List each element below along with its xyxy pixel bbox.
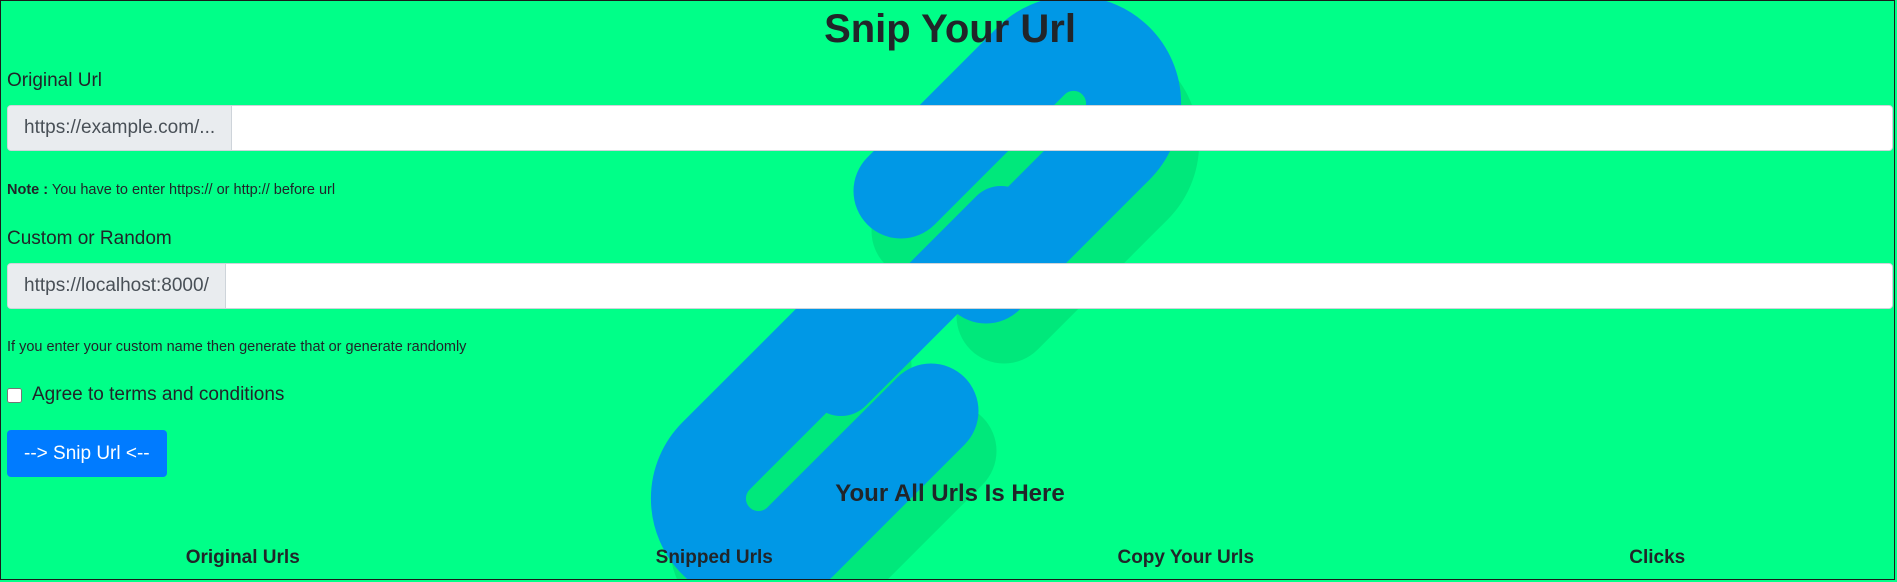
custom-url-input[interactable] bbox=[225, 264, 1892, 308]
original-url-input[interactable] bbox=[232, 106, 1892, 150]
note-label: Note : bbox=[7, 182, 49, 198]
custom-url-label: Custom or Random bbox=[7, 228, 172, 249]
column-header-copy-urls: Copy Your Urls bbox=[1117, 547, 1255, 568]
original-url-input-group: https://example.com/... bbox=[7, 105, 1893, 151]
original-url-prefix: https://example.com/... bbox=[8, 106, 233, 150]
urls-table-header: Original Urls Snipped Urls Copy Your Url… bbox=[7, 547, 1893, 569]
page-frame: Snip Your Url Original Url https://examp… bbox=[0, 0, 1895, 580]
column-header-clicks: Clicks bbox=[1629, 547, 1686, 568]
snip-url-button[interactable]: --> Snip Url <-- bbox=[7, 430, 167, 477]
urls-section-title: Your All Urls Is Here bbox=[835, 480, 1065, 507]
custom-help-text: If you enter your custom name then gener… bbox=[7, 339, 467, 355]
note-body: You have to enter https:// or http:// be… bbox=[48, 182, 336, 198]
terms-checkbox[interactable] bbox=[7, 387, 22, 403]
column-header-original-urls: Original Urls bbox=[185, 547, 300, 568]
custom-url-prefix: https://localhost:8000/ bbox=[8, 264, 226, 308]
terms-label: Agree to terms and conditions bbox=[32, 384, 285, 405]
original-url-label: Original Url bbox=[7, 70, 103, 91]
page-title: Snip Your Url bbox=[824, 7, 1076, 51]
terms-checkbox-row[interactable]: Agree to terms and conditions bbox=[7, 384, 284, 406]
note-text: Note : You have to enter https:// or htt… bbox=[7, 182, 335, 198]
column-header-snipped-urls: Snipped Urls bbox=[655, 547, 773, 568]
custom-url-input-group: https://localhost:8000/ bbox=[7, 263, 1893, 309]
